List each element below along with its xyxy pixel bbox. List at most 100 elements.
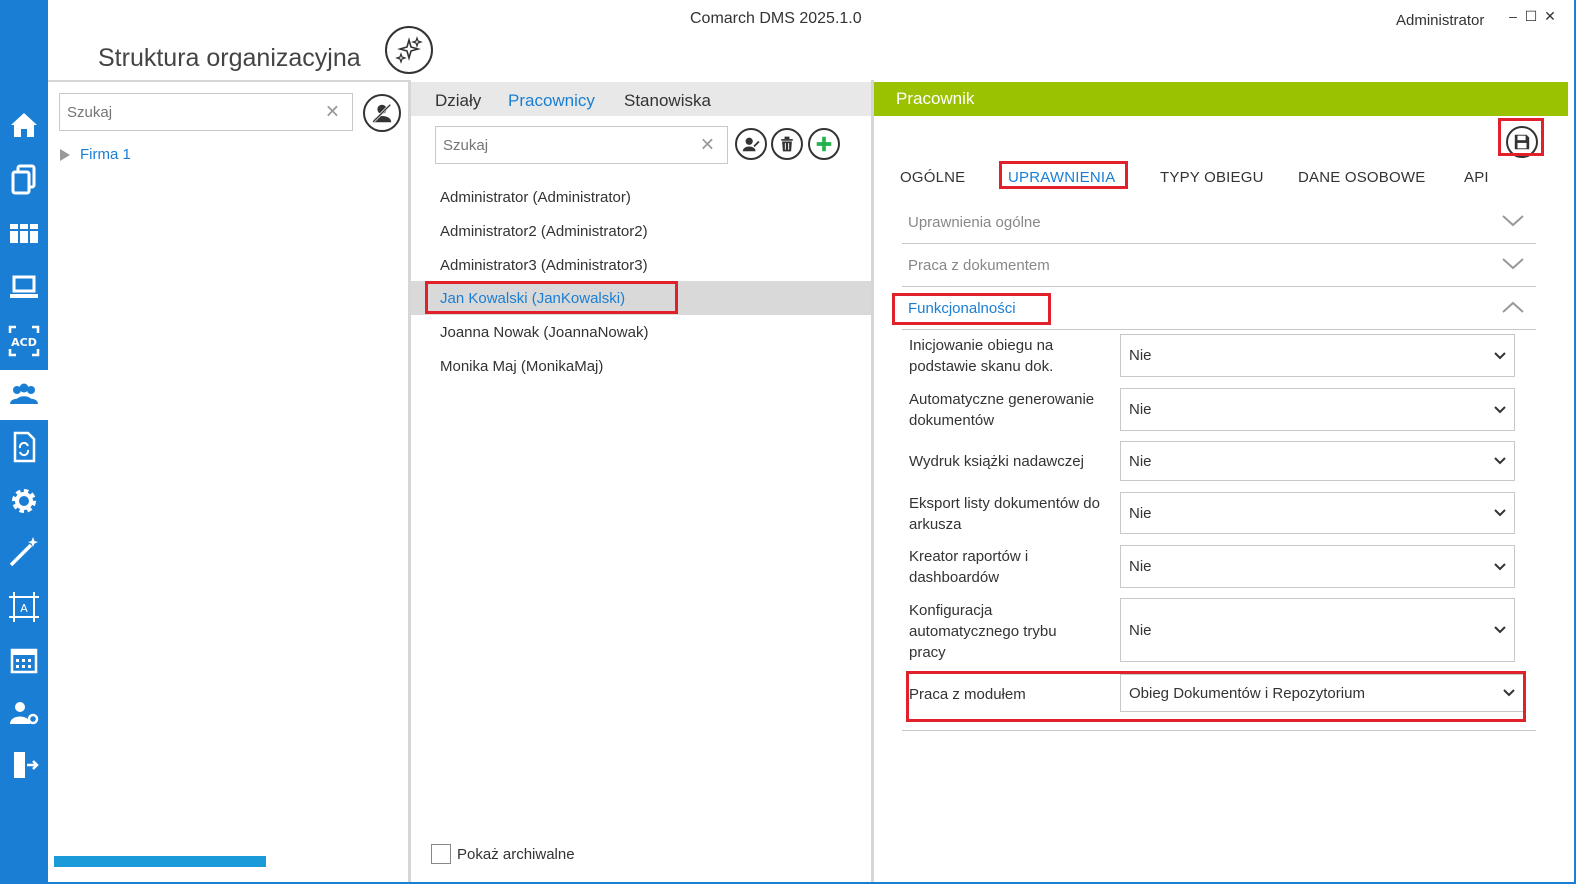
clear-search-icon[interactable]: ✕ [325,102,340,123]
floppy-disk-icon [1514,134,1530,150]
tab-api[interactable]: API [1464,169,1489,186]
permission-select[interactable]: Nie [1120,441,1515,481]
dropdown-arrow-icon[interactable] [1494,457,1506,465]
organization-icon[interactable] [0,370,48,420]
delete-employee-button[interactable] [771,128,803,160]
computer-icon[interactable] [0,262,48,312]
detail-header: Pracownik [874,82,1568,116]
structure-search-input[interactable] [60,103,352,121]
permission-select[interactable]: Nie [1120,492,1515,534]
permission-label: Inicjowanie obiegu na podstawie skanu do… [909,337,1054,375]
permission-label: Kreator raportów i dashboardów [909,548,1029,586]
calendar-icon[interactable] [0,636,48,686]
chevron-down-icon[interactable] [1502,257,1524,270]
structure-search[interactable]: ✕ [59,93,353,131]
section-title: Praca z dokumentem [908,257,1050,274]
permission-value: Nie [1129,401,1152,418]
tab-workflow-types[interactable]: TYPY OBIEGU [1160,169,1264,186]
section-title: Uprawnienia ogólne [908,214,1041,231]
employee-row[interactable]: Joanna Nowak (JoannaNowak) [411,315,871,349]
tab-permissions[interactable]: UPRAWNIENIA [1008,169,1116,186]
chevron-down-icon[interactable] [1502,214,1524,227]
permission-select[interactable]: Nie [1120,545,1515,588]
save-button[interactable] [1506,126,1538,158]
employee-row[interactable]: Administrator3 (Administrator3) [411,248,871,282]
dropdown-arrow-icon[interactable] [1494,405,1506,414]
section-general-permissions[interactable]: Uprawnienia ogólne [902,202,1536,244]
clear-search-icon[interactable]: ✕ [700,135,715,156]
tab-departments[interactable]: Działy [435,91,481,111]
workflow-icon[interactable] [0,422,48,472]
expand-arrow-icon[interactable] [60,148,70,161]
home-icon[interactable] [0,100,48,150]
template-editor-icon[interactable]: A [0,582,48,632]
structure-panel: ✕ Firma 1 [48,80,408,882]
dropdown-arrow-icon[interactable] [1494,509,1506,517]
employee-search[interactable]: ✕ [435,126,728,164]
add-employee-button[interactable] [808,128,840,160]
plus-icon [816,136,832,152]
chevron-up-icon[interactable] [1502,301,1524,313]
logout-icon[interactable] [0,740,48,790]
maximize-button[interactable]: ☐ [1523,8,1539,25]
dropdown-arrow-icon[interactable] [1494,626,1506,634]
user-filter-button[interactable] [363,94,401,132]
navigation-rail: ACD A [0,0,48,884]
permission-value: Nie [1129,621,1152,639]
tab-employees[interactable]: Pracownicy [508,91,595,111]
show-archived-label: Pokaż archiwalne [457,845,575,863]
edit-employee-button[interactable] [735,128,767,160]
permission-value: Nie [1129,347,1152,364]
permission-select[interactable]: Nie [1120,334,1515,377]
acd-icon[interactable]: ACD [0,316,48,366]
svg-text:ACD: ACD [11,336,37,349]
close-button[interactable]: ✕ [1542,8,1558,25]
section-title: Funkcjonalności [908,300,1016,317]
permission-label: Konfiguracja automatycznego trybu pracy [909,602,1057,661]
magic-wand-icon[interactable] [0,526,48,576]
permission-select[interactable]: Nie [1120,598,1515,662]
employee-search-input[interactable] [436,136,727,154]
permission-label: Praca z modułem [909,686,1026,703]
employee-detail-panel: Pracownik OGÓLNE UPRAWNIENIA TYPY OBIEGU… [874,80,1568,882]
permission-label: Automatyczne generowanie dokumentów [909,391,1095,429]
show-archived-option[interactable]: Pokaż archiwalne [431,844,575,864]
tree-item-company[interactable]: Firma 1 [60,146,131,163]
user-slash-icon [372,103,392,123]
tab-general[interactable]: OGÓLNE [900,169,965,186]
tree-item-label[interactable]: Firma 1 [80,146,131,163]
page-title: Struktura organizacyjna [98,44,361,72]
user-edit-icon [742,137,761,152]
window-title: Comarch DMS 2025.1.0 [690,10,862,27]
sparkles-icon [395,36,423,64]
user-settings-icon[interactable] [0,688,48,738]
permission-select[interactable]: Nie [1120,388,1515,431]
dropdown-arrow-icon[interactable] [1494,351,1506,360]
ai-assistant-button[interactable] [385,26,433,74]
dropdown-arrow-icon[interactable] [1494,562,1506,571]
permission-value: Obieg Dokumentów i Repozytorium [1129,684,1365,702]
employee-row[interactable]: Monika Maj (MonikaMaj) [411,349,871,383]
dropdown-arrow-icon[interactable] [1503,689,1515,697]
tab-personal-data[interactable]: DANE OSOBOWE [1298,169,1425,186]
section-functionalities[interactable]: Funkcjonalności [902,288,1536,330]
employee-row[interactable]: Administrator (Administrator) [411,180,871,214]
tab-positions[interactable]: Stanowiska [624,91,711,111]
repository-icon[interactable] [0,208,48,258]
progress-fill [54,856,266,867]
employees-panel: Działy Pracownicy Stanowiska ✕ Administr… [411,80,871,882]
permission-label: Eksport listy dokumentów do arkusza [909,495,1100,533]
trash-icon [781,136,793,152]
employees-tabs-bar: Działy Pracownicy Stanowiska [411,82,871,116]
show-archived-checkbox[interactable] [431,844,451,864]
permission-select-module[interactable]: Obieg Dokumentów i Repozytorium [1120,674,1524,712]
section-document-work[interactable]: Praca z dokumentem [902,245,1536,287]
employee-row[interactable]: Administrator2 (Administrator2) [411,214,871,248]
section-divider [902,730,1536,731]
documents-icon[interactable] [0,154,48,204]
minimize-button[interactable]: – [1505,8,1521,24]
employee-row-selected[interactable]: Jan Kowalski (JanKowalski) [411,281,871,315]
current-user[interactable]: Administrator [1396,12,1484,29]
settings-gear-icon[interactable] [0,476,48,526]
permission-value: Nie [1129,504,1152,522]
